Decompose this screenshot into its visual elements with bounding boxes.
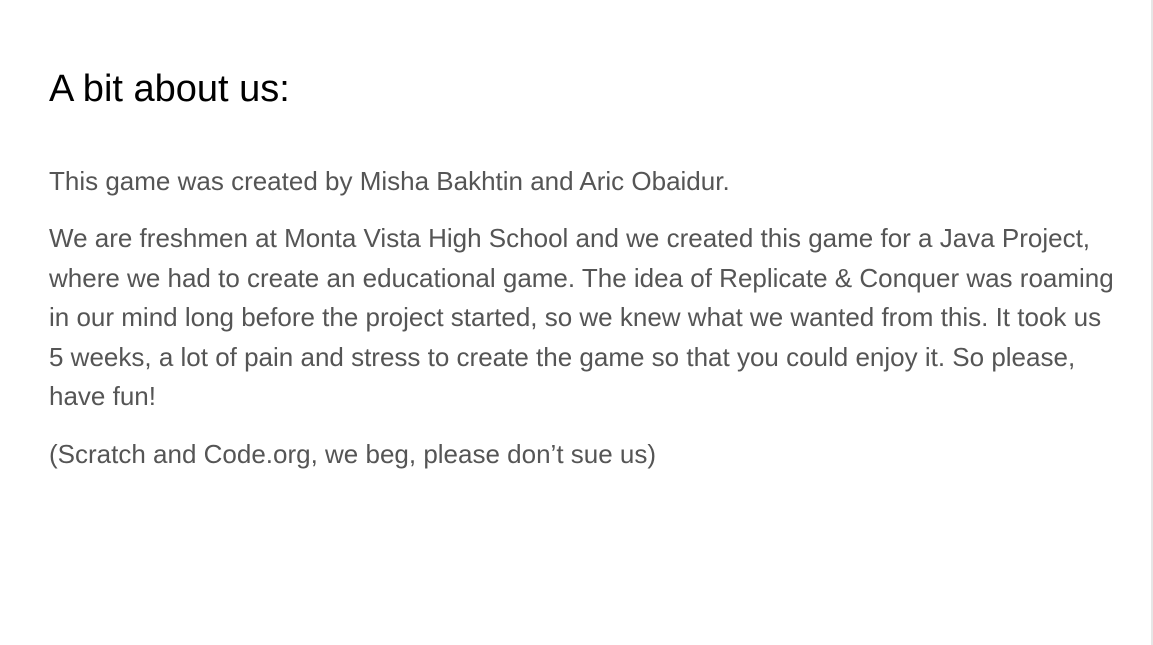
creators-paragraph: This game was created by Misha Bakhtin a…	[49, 166, 730, 196]
story-paragraph: We are freshmen at Monta Vista High Scho…	[49, 223, 1114, 412]
page-heading: A bit about us:	[49, 68, 290, 110]
disclaimer-paragraph: (Scratch and Code.org, we beg, please do…	[49, 438, 657, 469]
about-page: A bit about us: This game was created by…	[0, 0, 1153, 645]
about-section: A bit about us: This game was created by…	[49, 62, 1119, 493]
about-body: This game was created by Misha Bakhtin a…	[49, 161, 1119, 475]
